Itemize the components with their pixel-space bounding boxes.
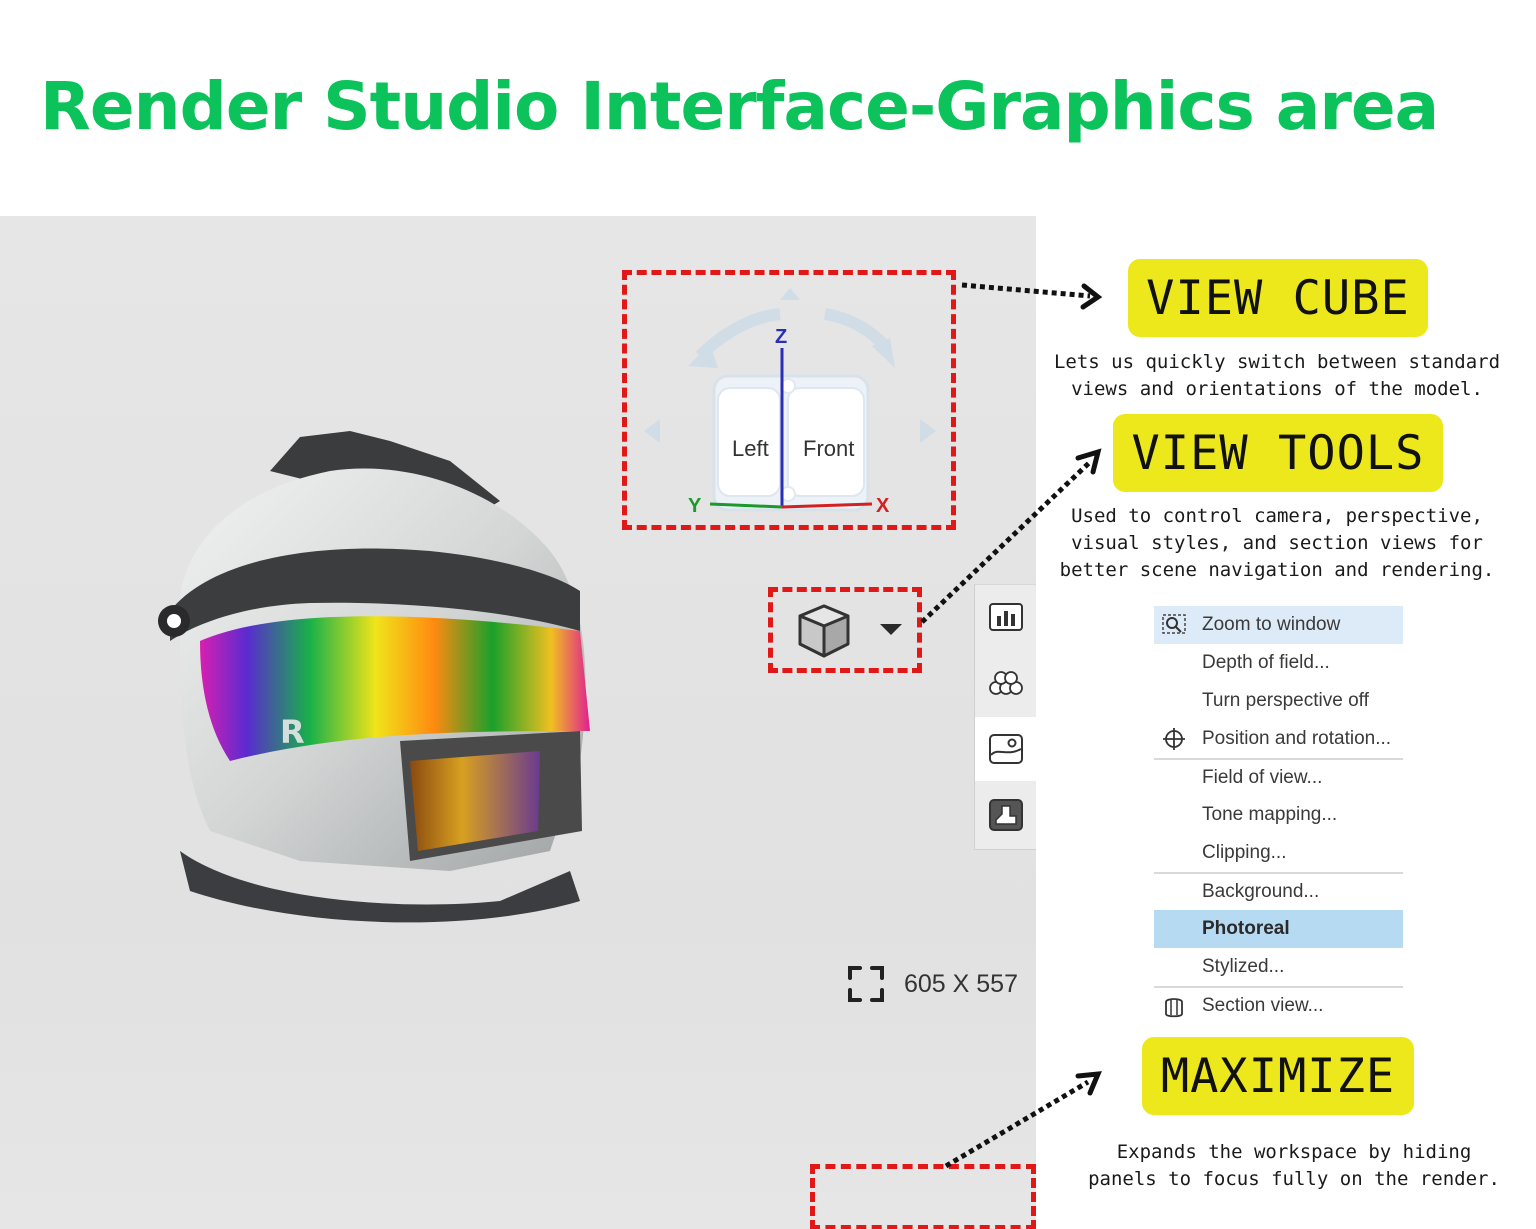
menu-item-zoom-to-window[interactable]: Zoom to window: [1154, 606, 1403, 644]
maximize-highlight: [810, 1164, 1036, 1229]
menu-item-label: Background...: [1202, 881, 1320, 902]
zoom-window-icon: [1162, 614, 1186, 634]
helmet-logo: R: [280, 713, 305, 751]
arrow-head-icon: [1075, 448, 1102, 475]
section-view-icon: [1165, 998, 1183, 1018]
menu-item-label: Position and rotation...: [1202, 728, 1392, 749]
materials-icon: [988, 671, 1023, 695]
maximize-description: Expands the workspace by hiding panels t…: [1088, 1141, 1500, 1190]
view-tools-description: Used to control camera, perspective, vis…: [1059, 505, 1495, 581]
side-toolbar: [974, 584, 1036, 850]
menu-item-label: Field of view...: [1202, 767, 1323, 788]
menu-item-background[interactable]: Background...: [1154, 872, 1403, 910]
view-tools-highlight: [768, 587, 922, 673]
crosshair-icon: [1163, 728, 1185, 750]
render-stats-button[interactable]: [975, 585, 1036, 649]
menu-item-stylized[interactable]: Stylized...: [1154, 948, 1403, 986]
menu-item-photoreal[interactable]: Photoreal: [1154, 910, 1403, 948]
arrow-head-icon: [1080, 283, 1103, 310]
maximize-callout: MAXIMIZE: [1142, 1037, 1414, 1115]
menu-item-label: Tone mapping...: [1202, 804, 1338, 825]
environment-icon: [988, 734, 1023, 764]
maximize-icon: [848, 966, 884, 1002]
menu-item-label: Section view...: [1202, 995, 1324, 1016]
menu-item-label: Depth of field...: [1202, 652, 1330, 673]
menu-item-position-and-rotation[interactable]: Position and rotation...: [1154, 720, 1403, 758]
materials-button[interactable]: [975, 651, 1036, 715]
environment-button[interactable]: [975, 717, 1036, 781]
page-title: Render Studio Interface-Graphics area: [40, 68, 1439, 145]
menu-item-label: Stylized...: [1202, 956, 1285, 977]
view-tools-menu: Zoom to window Depth of field... Turn pe…: [1154, 606, 1403, 1024]
menu-item-label: Photoreal: [1202, 918, 1290, 939]
arrow-head-icon: [1075, 1071, 1102, 1096]
menu-item-tone-mapping[interactable]: Tone mapping...: [1154, 796, 1403, 834]
menu-item-label: Zoom to window: [1202, 614, 1341, 635]
maximize-button[interactable]: 605 X 557: [846, 964, 1018, 1004]
view-cube-highlight: [622, 270, 956, 530]
menu-item-depth-of-field[interactable]: Depth of field...: [1154, 644, 1403, 682]
viewport-size-label: 605 X 557: [904, 969, 1018, 998]
view-tools-callout: VIEW TOOLS: [1113, 414, 1443, 492]
view-cube-description: Lets us quickly switch between standard …: [1053, 351, 1501, 400]
render-stats-icon: [988, 603, 1023, 631]
view-cube-callout: VIEW CUBE: [1128, 259, 1428, 337]
menu-item-clipping[interactable]: Clipping...: [1154, 834, 1403, 872]
menu-item-label: Clipping...: [1202, 842, 1287, 863]
decal-button[interactable]: [975, 783, 1036, 847]
menu-item-label: Turn perspective off: [1202, 690, 1369, 711]
menu-item-field-of-view[interactable]: Field of view...: [1154, 758, 1403, 796]
helmet-model[interactable]: R: [150, 431, 610, 931]
decal-icon: [988, 799, 1023, 831]
menu-item-section-view[interactable]: Section view...: [1154, 986, 1403, 1024]
menu-item-turn-perspective-off[interactable]: Turn perspective off: [1154, 682, 1403, 720]
graphics-area[interactable]: R Left Front Z Y X 605 X 557: [0, 216, 1036, 1229]
